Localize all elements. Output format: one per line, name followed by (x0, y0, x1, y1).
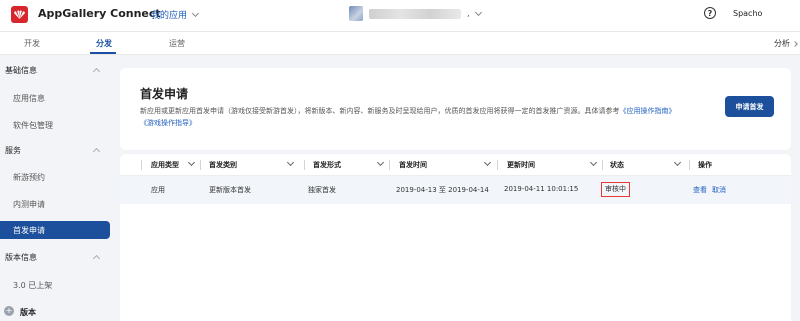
analysis-label: 分析 (774, 39, 790, 48)
page-title: 首发申请 (140, 87, 189, 101)
sidebar-group-version-info[interactable]: 版本信息 (5, 252, 37, 263)
cell-category: 更新版本首发 (209, 186, 251, 194)
column-separator (200, 160, 201, 170)
active-tab-indicator (90, 52, 116, 54)
sidebar-group-basic-info[interactable]: 基础信息 (5, 65, 37, 76)
column-category[interactable]: 首发类别 (209, 154, 237, 176)
apply-first-release-button[interactable]: 申请首发 (725, 96, 774, 117)
column-status[interactable]: 状态 (610, 154, 624, 176)
sidebar-item-beta-application[interactable]: 内测申请 (13, 199, 45, 210)
chevron-down-icon[interactable] (187, 158, 196, 167)
user-name[interactable]: Spacho (733, 9, 762, 18)
first-release-panel: 首发申请 新应用或更新应用首发申请（游戏仅接受新游首发），将新版本、新内容、新服… (120, 68, 791, 150)
column-separator (689, 160, 690, 170)
chevron-down-icon (191, 9, 200, 17)
column-app-type[interactable]: 应用类型 (151, 154, 179, 176)
huawei-logo-icon (11, 6, 28, 23)
chevron-down-icon[interactable] (483, 158, 492, 167)
first-release-table: 应用类型 首发类别 首发形式 首发时间 更新时间 状态 操作 应用 更新版本首发… (120, 154, 791, 321)
panel-description: 新应用或更新应用首发申请（游戏仅接受新游首发），将新版本、新内容、新服务及时呈现… (140, 105, 710, 129)
chevron-up-icon[interactable] (92, 67, 101, 76)
cell-update-time: 2019-04-11 10:01:15 (504, 185, 579, 193)
sidebar-group-services[interactable]: 服务 (5, 145, 21, 156)
analysis-link[interactable]: 分析 (774, 38, 798, 49)
chevron-down-icon[interactable] (673, 158, 682, 167)
column-launch-time[interactable]: 首发时间 (399, 154, 427, 176)
column-separator (141, 160, 142, 170)
view-link[interactable]: 查看 (693, 185, 707, 195)
sidebar-item-new-game-reservation[interactable]: 新游预约 (13, 172, 45, 183)
sidebar-item-label: 首发申请 (13, 226, 45, 235)
chevron-right-icon (792, 40, 798, 47)
cell-launch-time: 2019-04-13 至 2019-04-14 (396, 186, 489, 194)
sidebar-item-version-live[interactable]: 3.0 已上架 (13, 280, 52, 291)
tab-develop[interactable]: 开发 (24, 38, 40, 49)
tab-bar: 开发 分发 运营 分析 (0, 32, 800, 55)
app-title: AppGallery Connect (38, 7, 161, 20)
app-selector[interactable]: , (349, 6, 482, 21)
chevron-up-icon[interactable] (92, 147, 101, 156)
chevron-down-icon[interactable] (589, 158, 598, 167)
column-separator (497, 160, 498, 170)
top-bar: AppGallery Connect 我的应用 , ? Spacho (0, 0, 800, 32)
sidebar-item-first-release-application[interactable]: 首发申请 (0, 221, 110, 239)
column-actions: 操作 (698, 161, 712, 169)
tab-operate[interactable]: 运营 (169, 38, 185, 49)
help-icon[interactable]: ? (704, 7, 716, 19)
table-header: 应用类型 首发类别 首发形式 首发时间 更新时间 状态 操作 (120, 154, 791, 176)
column-separator (304, 160, 305, 170)
cancel-link[interactable]: 取消 (712, 185, 726, 195)
column-form[interactable]: 首发形式 (313, 154, 341, 176)
cell-form: 独家首发 (308, 186, 336, 194)
game-guide-link[interactable]: 《游戏操作指导》 (140, 119, 196, 127)
chevron-up-icon[interactable] (92, 254, 101, 263)
cell-app-type: 应用 (151, 186, 165, 194)
table-row: 应用 更新版本首发 独家首发 2019-04-13 至 2019-04-14 2… (120, 176, 791, 204)
add-version-icon[interactable]: + (4, 306, 14, 316)
column-update-time[interactable]: 更新时间 (507, 154, 535, 176)
app-guide-link[interactable]: 《应用操作指南》 (620, 107, 676, 115)
tab-distribute[interactable]: 分发 (96, 38, 112, 49)
app-separator: , (467, 8, 470, 19)
chevron-down-icon[interactable] (286, 158, 295, 167)
sidebar-version-label[interactable]: 版本 (20, 307, 36, 318)
my-apps-dropdown[interactable]: 我的应用 (151, 8, 200, 21)
column-separator (602, 160, 603, 170)
column-separator (389, 160, 390, 170)
sidebar-item-package-manage[interactable]: 软件包管理 (13, 120, 53, 131)
sidebar-item-app-info[interactable]: 应用信息 (13, 93, 45, 104)
chevron-down-icon (474, 8, 482, 16)
app-name-redacted (369, 8, 461, 19)
app-icon (349, 6, 363, 21)
status-badge: 审核中 (601, 182, 630, 197)
chevron-down-icon[interactable] (376, 158, 385, 167)
my-apps-label: 我的应用 (151, 11, 188, 21)
description-text: 新应用或更新应用首发申请（游戏仅接受新游首发），将新版本、新内容、新服务及时呈现… (140, 107, 620, 115)
